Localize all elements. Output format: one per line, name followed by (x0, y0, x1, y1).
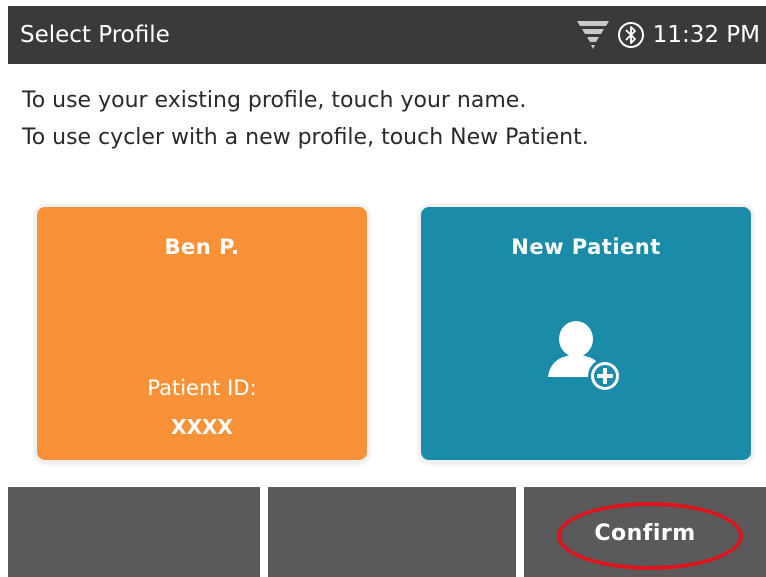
bottom-button-left[interactable] (8, 487, 260, 577)
bottom-button-middle[interactable] (268, 487, 516, 577)
wifi-signal-icon (575, 18, 611, 52)
profile-name: Ben P. (164, 235, 240, 259)
header-bar: Select Profile 11:32 PM (8, 6, 766, 64)
page-title: Select Profile (20, 22, 170, 48)
select-profile-screen: Select Profile 11:32 PM To use your exis… (0, 0, 766, 577)
highlight-ring-annotation (557, 502, 743, 570)
confirm-button[interactable]: Confirm (524, 487, 766, 577)
status-area: 11:32 PM (575, 6, 760, 64)
instructions: To use your existing profile, touch your… (22, 82, 742, 156)
new-patient-card[interactable]: New Patient (421, 207, 751, 460)
patient-id-label: Patient ID: (147, 376, 257, 400)
add-user-icon (548, 315, 624, 395)
bottom-button-bar: Confirm (8, 487, 766, 577)
profile-card-ben[interactable]: Ben P. Patient ID: XXXX (37, 207, 367, 460)
clock: 11:32 PM (652, 22, 760, 48)
instruction-line-1: To use your existing profile, touch your… (22, 88, 527, 113)
instruction-line-2: To use cycler with a new profile, touch … (22, 125, 589, 150)
bluetooth-icon (617, 21, 645, 49)
patient-id-value: XXXX (171, 415, 233, 439)
new-patient-label: New Patient (511, 235, 661, 259)
